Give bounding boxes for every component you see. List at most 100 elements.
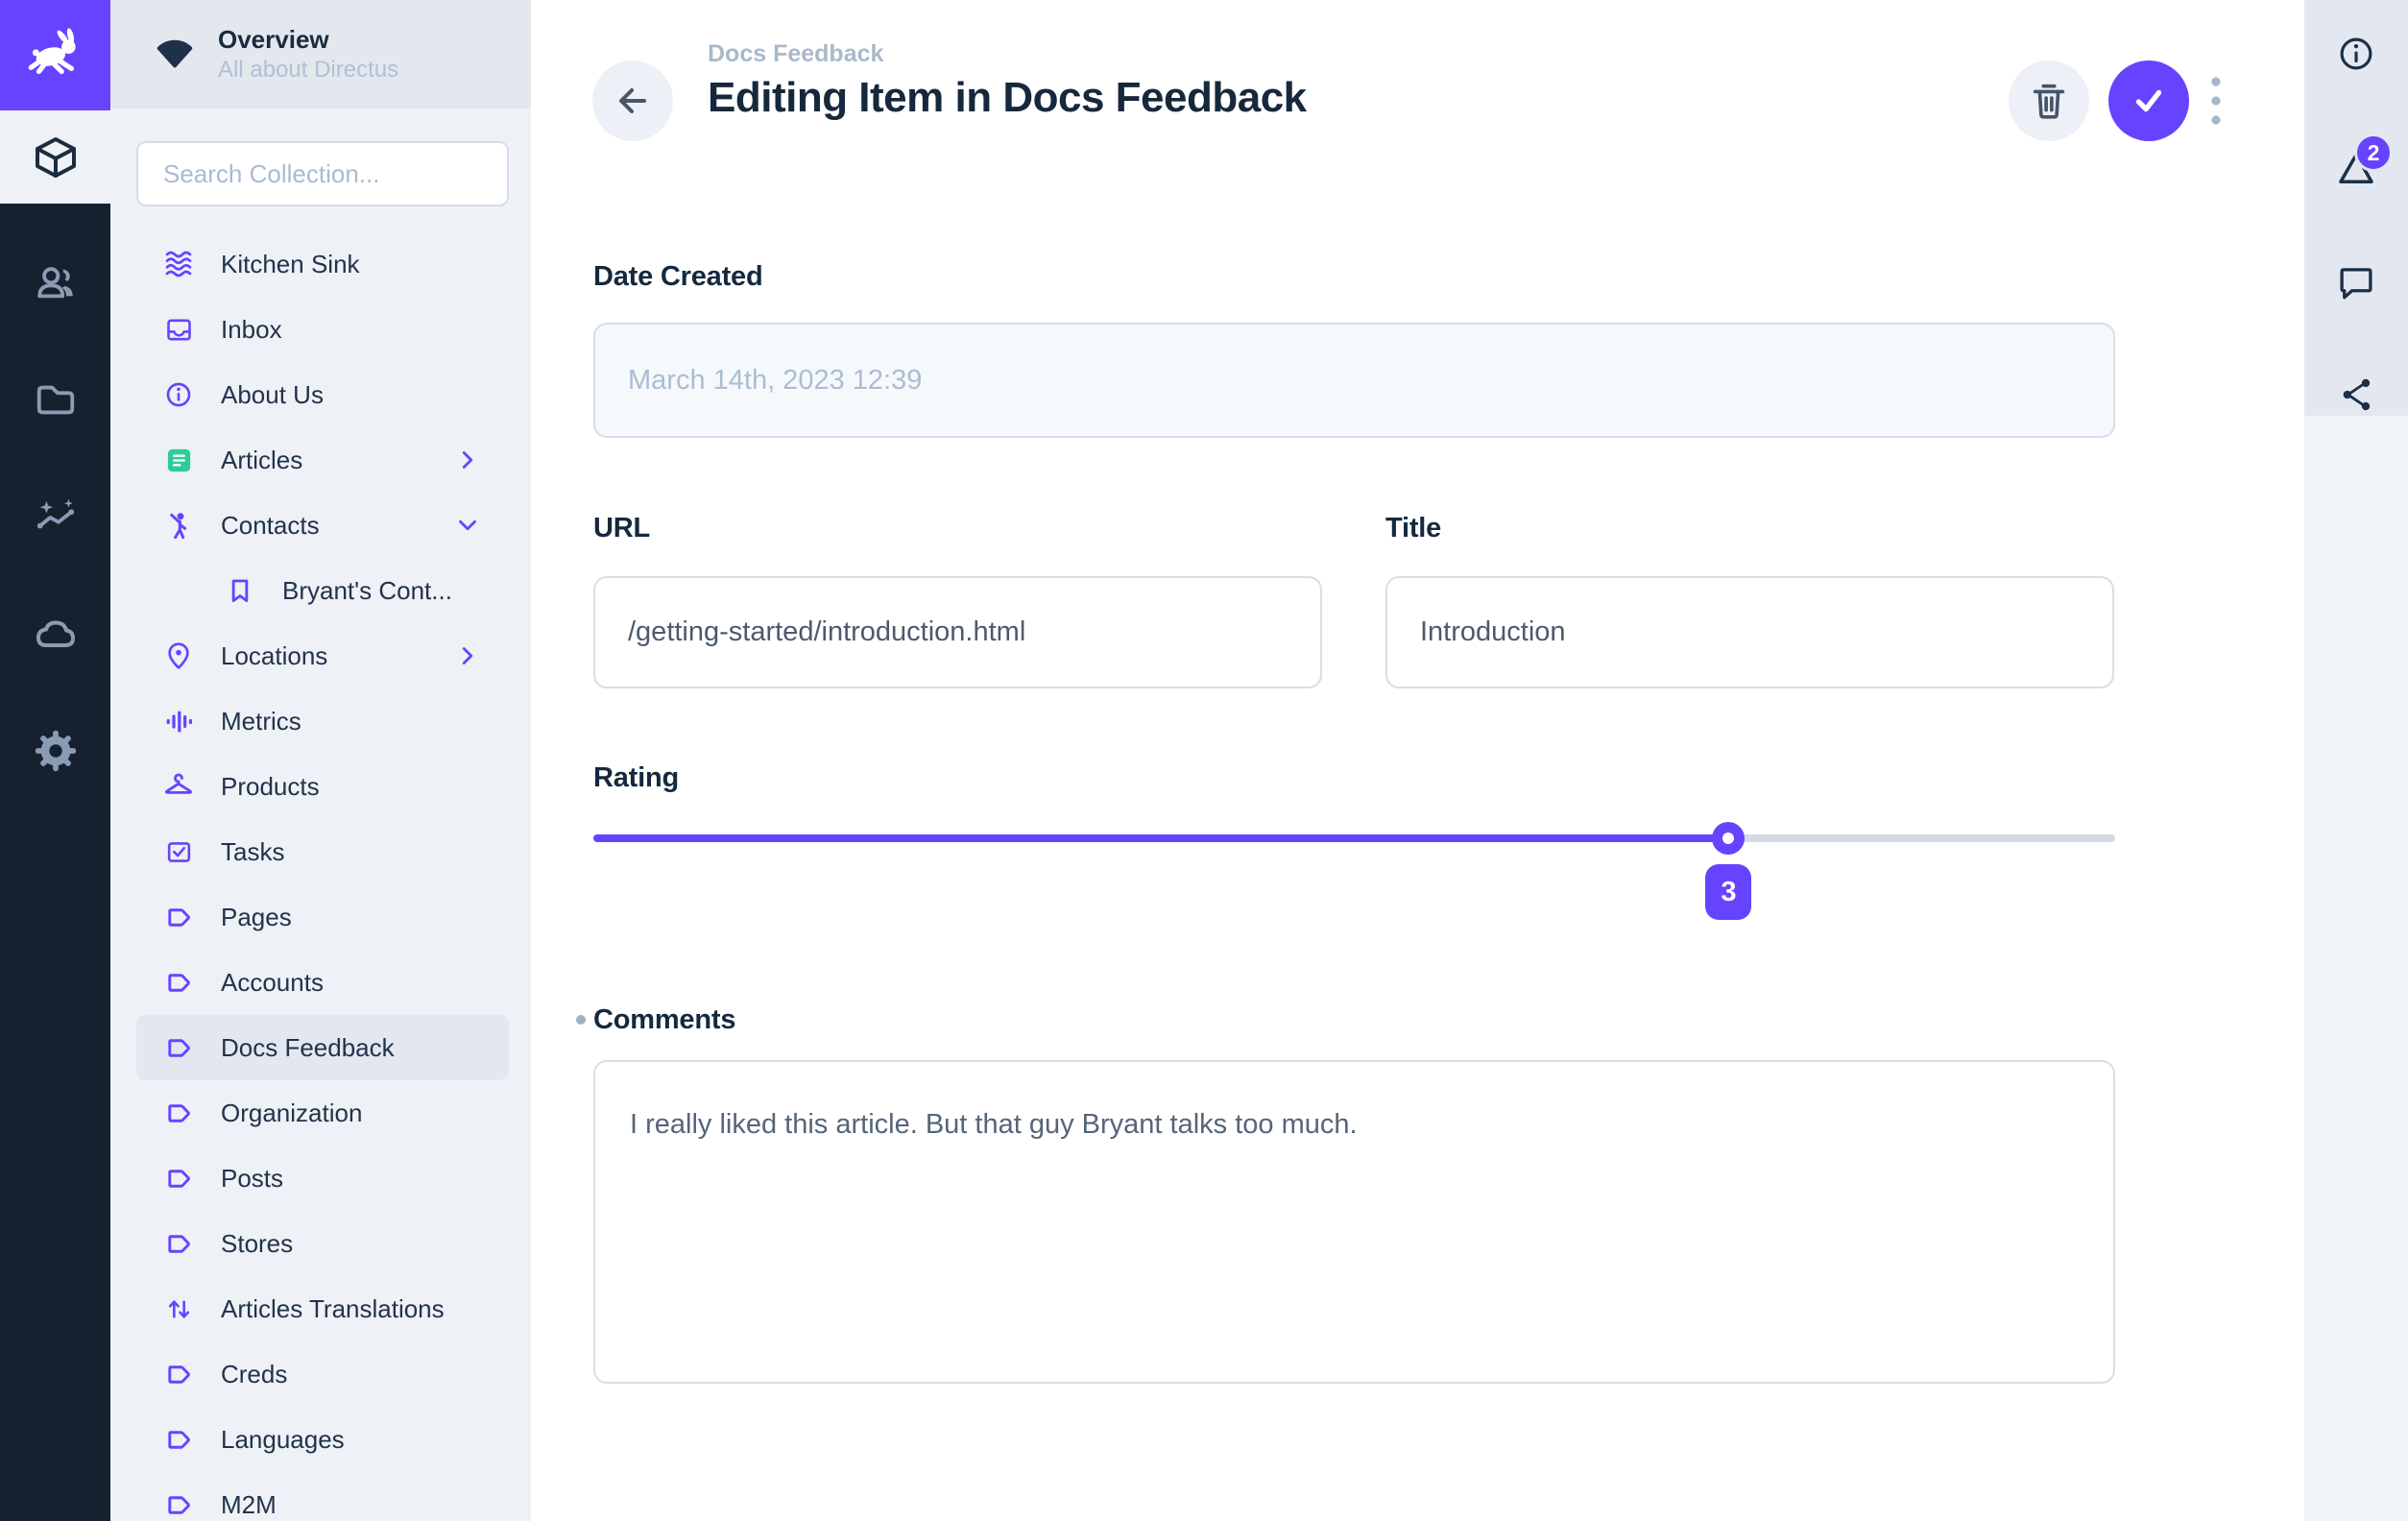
collection-item-docs-feedback[interactable]: Docs Feedback	[136, 1015, 509, 1080]
collection-item-label: Metrics	[221, 707, 301, 736]
collection-item-organization[interactable]: Organization	[136, 1080, 509, 1146]
collection-item-stores[interactable]: Stores	[136, 1211, 509, 1276]
breadcrumb[interactable]: Docs Feedback	[708, 40, 1307, 68]
collection-list: Kitchen Sink Inbox About Us Articles Contact…	[110, 231, 531, 1521]
label-icon	[136, 1360, 221, 1389]
collection-item-label: About Us	[221, 380, 324, 410]
project-subtitle: All about Directus	[218, 57, 398, 84]
comments-field[interactable]: I really liked this article. But that gu…	[593, 1060, 2115, 1384]
collection-item-inbox[interactable]: Inbox	[136, 297, 509, 362]
edited-indicator-dot	[576, 1015, 586, 1025]
inbox-icon	[136, 315, 221, 345]
collection-item-products[interactable]: Products	[136, 754, 509, 819]
collection-item-metrics[interactable]: Metrics	[136, 688, 509, 754]
collection-item-kitchen-sink[interactable]: Kitchen Sink	[136, 231, 509, 297]
collection-item-languages[interactable]: Languages	[136, 1407, 509, 1472]
module-settings[interactable]	[0, 692, 110, 809]
collection-item-creds[interactable]: Creds	[136, 1341, 509, 1407]
arrow-left-icon	[610, 78, 656, 124]
search-input[interactable]	[136, 141, 509, 206]
module-files[interactable]	[0, 341, 110, 458]
check-icon	[2127, 79, 2171, 123]
module-insights[interactable]	[0, 458, 110, 575]
collection-item-articles-translations[interactable]: Articles Translations	[136, 1276, 509, 1341]
collection-item-label: Pages	[221, 903, 292, 932]
collection-item-label: Articles Translations	[221, 1294, 445, 1324]
collection-item-articles[interactable]: Articles	[136, 427, 509, 493]
label-icon	[136, 1098, 221, 1128]
collection-item-m2m[interactable]: M2M	[136, 1472, 509, 1521]
collection-item-bryant-s-cont[interactable]: Bryant's Cont...	[136, 558, 509, 623]
cube-icon	[33, 134, 79, 181]
info-icon	[136, 379, 221, 410]
fan-icon	[153, 33, 197, 77]
collection-item-about-us[interactable]: About Us	[136, 362, 509, 427]
date-created-field[interactable]	[593, 323, 2115, 438]
collection-item-locations[interactable]: Locations	[136, 623, 509, 688]
collection-item-pages[interactable]: Pages	[136, 884, 509, 950]
collection-item-label: Accounts	[221, 968, 324, 998]
info-sidebar-body	[2304, 416, 2408, 1521]
title-field[interactable]	[1385, 576, 2114, 688]
hanger-icon	[136, 770, 221, 803]
page-title: Editing Item in Docs Feedback	[708, 74, 1307, 122]
module-users[interactable]	[0, 224, 110, 341]
revisions-button[interactable]: 2	[2335, 147, 2377, 189]
item-info-button[interactable]	[2335, 34, 2377, 74]
back-button[interactable]	[592, 60, 673, 141]
info-circle-icon	[2336, 34, 2376, 74]
collection-item-label: Inbox	[221, 315, 282, 345]
collection-item-label: Locations	[221, 641, 327, 671]
dots-vertical-icon	[2195, 70, 2237, 132]
label-icon	[136, 1164, 221, 1194]
rating-slider[interactable]: 3	[593, 834, 2115, 842]
task-icon	[136, 837, 221, 867]
rating-label: Rating	[593, 762, 679, 794]
collection-item-label: Articles	[221, 446, 302, 475]
label-icon	[136, 1033, 221, 1063]
item-comments-button[interactable]	[2335, 262, 2377, 302]
label-icon	[136, 1229, 221, 1259]
collection-item-label: Products	[221, 772, 320, 802]
collection-item-posts[interactable]: Posts	[136, 1146, 509, 1211]
cloud-icon	[33, 611, 79, 657]
collection-item-label: Kitchen Sink	[221, 250, 360, 279]
url-field[interactable]	[593, 576, 1322, 688]
comment-icon	[2336, 262, 2376, 302]
project-title: Overview	[218, 25, 398, 55]
collection-item-label: Docs Feedback	[221, 1033, 395, 1063]
info-sidebar: 2	[2304, 0, 2408, 1521]
person-wave-icon	[136, 510, 221, 541]
collection-item-label: Languages	[221, 1425, 345, 1455]
chevron-down-icon[interactable]	[453, 511, 482, 540]
delete-button[interactable]	[2009, 60, 2089, 141]
chevron-right-icon[interactable]	[453, 641, 482, 670]
equalizer-icon	[136, 707, 221, 736]
collection-item-label: Organization	[221, 1098, 362, 1128]
comments-label: Comments	[593, 1004, 735, 1036]
collection-item-label: Bryant's Cont...	[282, 576, 452, 606]
collection-item-label: M2M	[221, 1490, 277, 1520]
more-options-button[interactable]	[2195, 70, 2237, 132]
rating-slider-thumb[interactable]	[1712, 822, 1745, 855]
rabbit-icon	[24, 24, 87, 87]
collection-item-contacts[interactable]: Contacts	[136, 493, 509, 558]
share-button[interactable]	[2335, 375, 2377, 414]
folder-icon	[34, 377, 78, 422]
collection-item-label: Creds	[221, 1360, 287, 1389]
swap-vert-icon	[136, 1294, 221, 1324]
settings-icon	[34, 729, 78, 773]
rating-slider-fill	[593, 834, 1728, 842]
chevron-right-icon[interactable]	[453, 446, 482, 474]
project-header[interactable]: Overview All about Directus	[110, 0, 531, 109]
users-icon	[34, 260, 78, 304]
label-icon	[136, 1490, 221, 1520]
collection-item-accounts[interactable]: Accounts	[136, 950, 509, 1015]
module-cloud[interactable]	[0, 575, 110, 692]
app-logo[interactable]	[0, 0, 110, 110]
module-content[interactable]	[0, 110, 110, 204]
share-icon	[2337, 375, 2375, 414]
collection-item-tasks[interactable]: Tasks	[136, 819, 509, 884]
save-button[interactable]	[2108, 60, 2189, 141]
label-icon	[136, 903, 221, 932]
